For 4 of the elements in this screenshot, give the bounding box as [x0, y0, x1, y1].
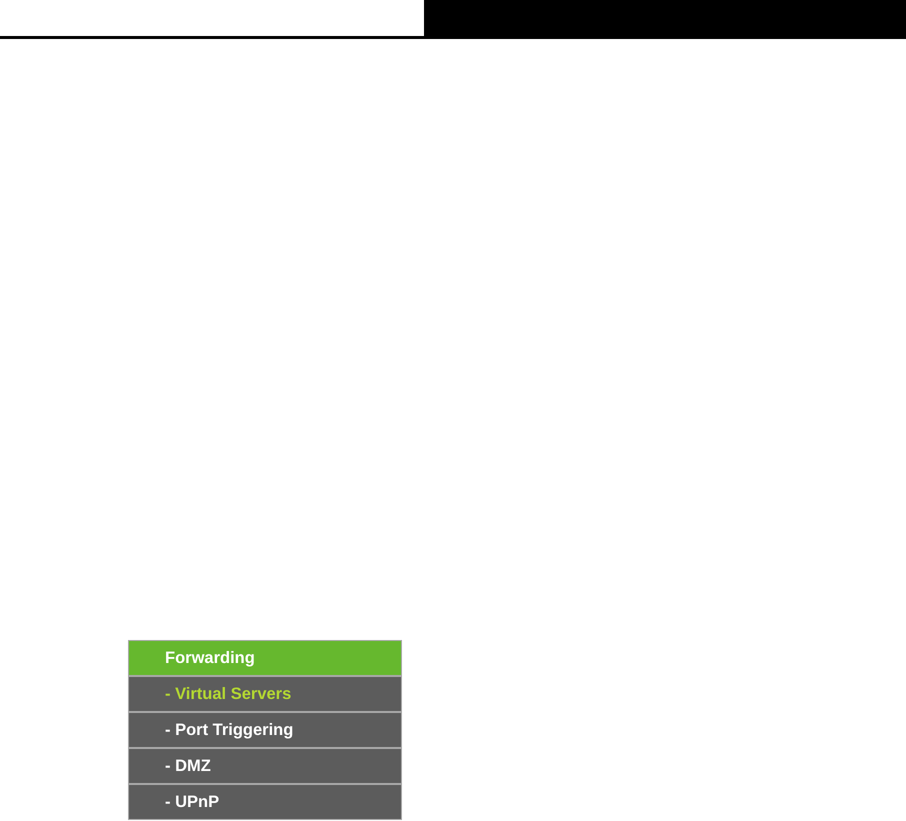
- menu-item[interactable]: - UPnP: [129, 785, 401, 819]
- menu-item[interactable]: - Virtual Servers: [129, 677, 401, 711]
- menu-item[interactable]: - DMZ: [129, 749, 401, 783]
- menu-item[interactable]: - Port Triggering: [129, 713, 401, 747]
